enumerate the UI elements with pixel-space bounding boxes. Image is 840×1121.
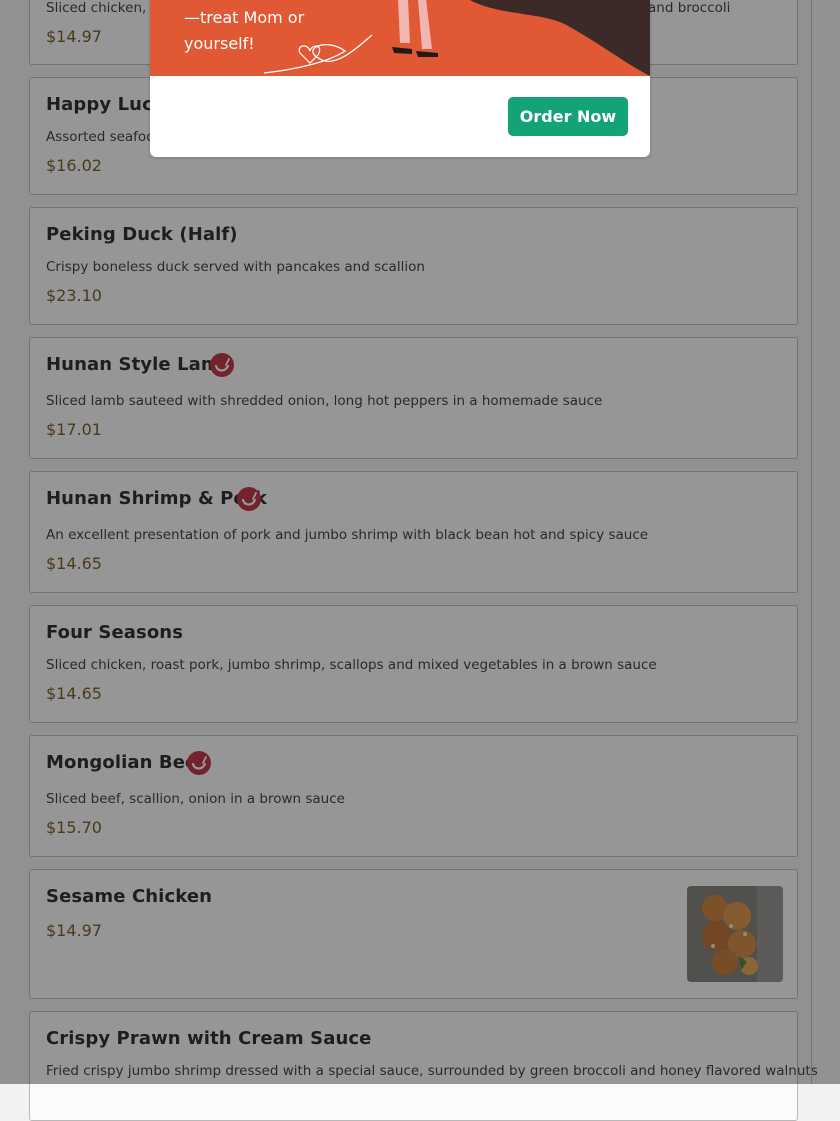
promo-text-line2: yourself! [184, 34, 255, 53]
modal-backdrop[interactable] [0, 0, 840, 1084]
promo-modal: —treat Mom or yourself! Order Now [150, 0, 650, 157]
order-now-button[interactable]: Order Now [508, 97, 628, 136]
promo-banner: —treat Mom or yourself! [150, 0, 650, 76]
promo-text-line1: —treat Mom or [184, 8, 305, 27]
